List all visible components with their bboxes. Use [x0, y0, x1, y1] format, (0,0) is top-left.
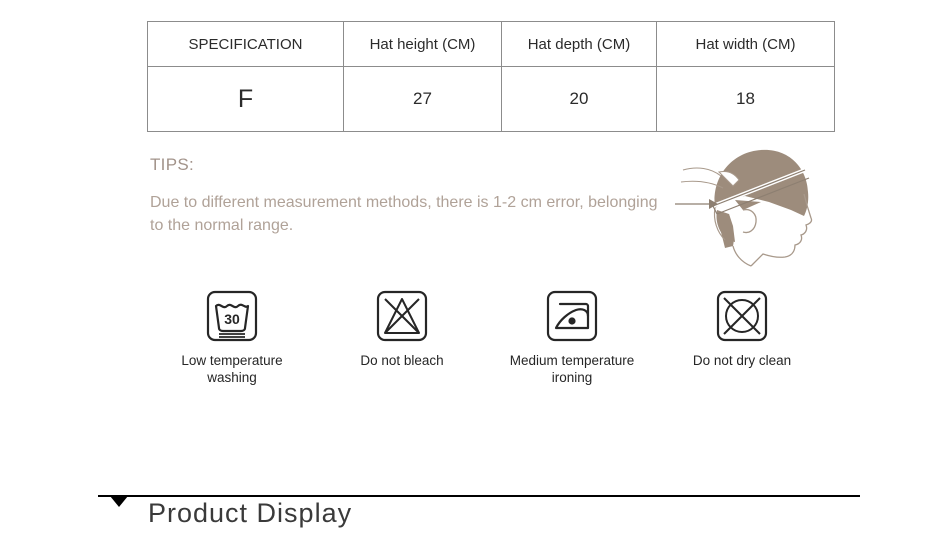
tips-body: Due to different measurement methods, th…: [150, 194, 658, 235]
hat-fill: [714, 149, 809, 216]
table-cell-hat-height: 27: [343, 66, 502, 132]
table-header-row: SPECIFICATION Hat height (CM) Hat depth …: [147, 21, 835, 67]
table-row: F 27 20 18: [147, 66, 835, 132]
table-header-hat-depth: Hat depth (CM): [501, 21, 657, 67]
care-item-bleach: Do not bleach: [317, 288, 487, 387]
care-label-ironing: Medium temperature ironing: [509, 353, 635, 385]
medium-temperature-ironing-icon: [546, 290, 598, 342]
jaw-line: [732, 245, 752, 267]
low-temperature-washing-icon: 30: [206, 290, 258, 342]
table-header-hat-height: Hat height (CM): [343, 21, 502, 67]
care-item-washing: 30 Low temperature washing: [147, 288, 317, 387]
tips-title: TIPS:: [150, 155, 195, 174]
page-title: Product Display: [148, 498, 353, 528]
head-measurement-illustration: [673, 136, 831, 268]
care-instructions-row: 30 Low temperature washing Do not bleach…: [147, 288, 827, 387]
washing-temperature-label: 30: [224, 311, 240, 327]
section-divider-rule: [98, 495, 860, 497]
ear-outline: [742, 208, 757, 234]
triangle-down-icon: [110, 496, 128, 507]
do-not-dry-clean-icon: [716, 290, 768, 342]
table-cell-specification: F: [147, 66, 344, 132]
specification-table: SPECIFICATION Hat height (CM) Hat depth …: [147, 21, 835, 132]
care-item-ironing: Medium temperature ironing: [487, 288, 657, 387]
care-label-dry-clean: Do not dry clean: [692, 353, 792, 368]
table-header-hat-width: Hat width (CM): [656, 21, 835, 67]
care-item-dry-clean: Do not dry clean: [657, 288, 827, 387]
table-header-specification: SPECIFICATION: [147, 21, 344, 67]
care-label-washing: Low temperature washing: [181, 353, 283, 385]
tips-block: TIPS: Due to different measurement metho…: [150, 155, 690, 237]
head-measurement-diagram: [675, 149, 813, 267]
table-cell-hat-depth: 20: [501, 66, 657, 132]
care-label-bleach: Do not bleach: [360, 353, 444, 368]
table-cell-hat-width: 18: [656, 66, 835, 132]
tape-tail-upper: [682, 167, 722, 177]
do-not-bleach-icon: [376, 290, 428, 342]
